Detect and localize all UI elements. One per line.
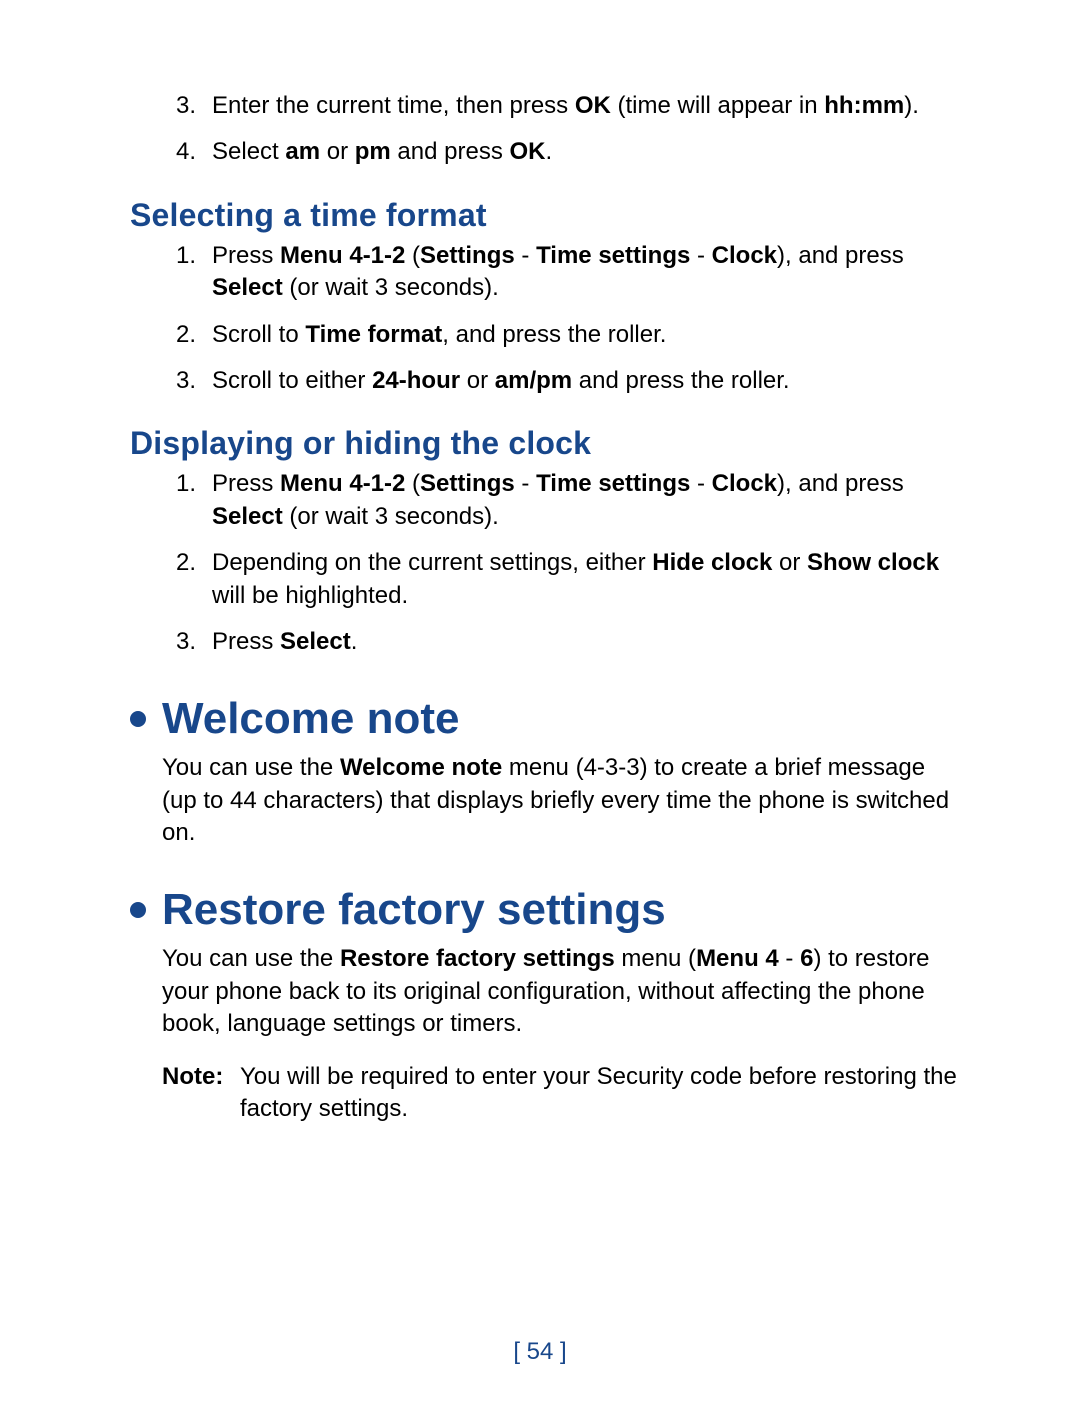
- list-number: 1.: [176, 240, 212, 305]
- list-item: 4. Select am or pm and press OK.: [176, 136, 960, 168]
- heading-restore-factory: Restore factory settings: [130, 885, 960, 935]
- heading-text: Welcome note: [162, 694, 459, 744]
- list-text: Press Menu 4-1-2 (Settings - Time settin…: [212, 240, 960, 305]
- list-number: 3.: [176, 365, 212, 397]
- subheading-display-clock: Displaying or hiding the clock: [130, 425, 960, 462]
- list-time-entry: 3. Enter the current time, then press OK…: [176, 90, 960, 169]
- list-text: Press Menu 4-1-2 (Settings - Time settin…: [212, 468, 960, 533]
- paragraph-welcome: You can use the Welcome note menu (4-3-3…: [162, 752, 960, 849]
- manual-page: 3. Enter the current time, then press OK…: [0, 0, 1080, 1412]
- list-time-format: 1. Press Menu 4-1-2 (Settings - Time set…: [176, 240, 960, 398]
- list-item: 1. Press Menu 4-1-2 (Settings - Time set…: [176, 240, 960, 305]
- list-number: 4.: [176, 136, 212, 168]
- page-number: [ 54 ]: [0, 1338, 1080, 1366]
- list-item: 3. Enter the current time, then press OK…: [176, 90, 960, 122]
- list-item: 1. Press Menu 4-1-2 (Settings - Time set…: [176, 468, 960, 533]
- list-item: 2. Depending on the current settings, ei…: [176, 547, 960, 612]
- bullet-icon: [130, 902, 146, 918]
- list-text: Scroll to either 24-hour or am/pm and pr…: [212, 365, 960, 397]
- heading-welcome-note: Welcome note: [130, 694, 960, 744]
- note-text: You will be required to enter your Secur…: [240, 1061, 960, 1126]
- list-number: 2.: [176, 319, 212, 351]
- list-item: 3. Press Select.: [176, 626, 960, 658]
- list-item: 3. Scroll to either 24-hour or am/pm and…: [176, 365, 960, 397]
- note-label: Note:: [162, 1061, 240, 1126]
- list-text: Select am or pm and press OK.: [212, 136, 960, 168]
- list-number: 1.: [176, 468, 212, 533]
- list-text: Press Select.: [212, 626, 960, 658]
- paragraph-restore: You can use the Restore factory settings…: [162, 943, 960, 1040]
- note-block: Note: You will be required to enter your…: [162, 1061, 960, 1126]
- list-number: 3.: [176, 626, 212, 658]
- list-number: 3.: [176, 90, 212, 122]
- heading-text: Restore factory settings: [162, 885, 666, 935]
- list-item: 2. Scroll to Time format, and press the …: [176, 319, 960, 351]
- list-number: 2.: [176, 547, 212, 612]
- list-display-clock: 1. Press Menu 4-1-2 (Settings - Time set…: [176, 468, 960, 658]
- subheading-time-format: Selecting a time format: [130, 197, 960, 234]
- list-text: Enter the current time, then press OK (t…: [212, 90, 960, 122]
- bullet-icon: [130, 711, 146, 727]
- list-text: Scroll to Time format, and press the rol…: [212, 319, 960, 351]
- list-text: Depending on the current settings, eithe…: [212, 547, 960, 612]
